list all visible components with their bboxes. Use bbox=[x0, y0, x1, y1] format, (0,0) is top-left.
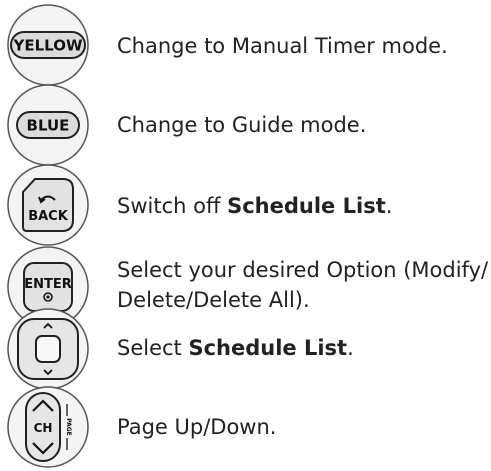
navigation-instruction-text: Select Schedule List. bbox=[117, 333, 354, 363]
navigation-text-bold: Schedule List bbox=[188, 336, 348, 360]
yellow-button-icon: YELLOW bbox=[5, 2, 91, 88]
yellow-instruction-row: YELLOW Change to Manual Timer mode. bbox=[0, 0, 491, 90]
channel-page-rocker-icon: CH PAGE bbox=[5, 384, 91, 470]
blue-button-icon: BLUE bbox=[5, 82, 91, 168]
channel-page-instruction-text: Page Up/Down. bbox=[117, 415, 277, 439]
navigation-text-after: . bbox=[347, 336, 354, 360]
navigation-instruction-row: Select Schedule List. bbox=[0, 306, 491, 396]
ch-key-label: CH bbox=[34, 421, 53, 435]
yellow-key-label: YELLOW bbox=[13, 37, 83, 55]
blue-key-label: BLUE bbox=[27, 117, 70, 135]
back-button-icon: BACK bbox=[5, 162, 91, 248]
channel-page-instruction-row: CH PAGE Page Up/Down. bbox=[0, 384, 491, 471]
yellow-instruction-text: Change to Manual Timer mode. bbox=[117, 34, 448, 58]
back-text-before: Switch off bbox=[117, 194, 228, 218]
blue-instruction-row: BLUE Change to Guide mode. bbox=[0, 82, 491, 172]
back-text-after: . bbox=[385, 194, 393, 218]
navigation-text-before: Select bbox=[117, 336, 189, 360]
enter-text-line1: Select your desired Option (Modify/ bbox=[117, 258, 489, 282]
blue-instruction-text: Change to Guide mode. bbox=[117, 113, 367, 137]
navigation-pad-icon bbox=[5, 306, 91, 392]
back-instruction-row: BACK Switch off Schedule List. bbox=[0, 162, 491, 252]
page-side-label: PAGE bbox=[65, 418, 72, 436]
back-key-label: BACK bbox=[28, 209, 69, 224]
back-instruction-text: Switch off Schedule List. bbox=[117, 191, 392, 221]
back-text-bold: Schedule List bbox=[227, 194, 386, 218]
enter-key-label: ENTER bbox=[24, 277, 72, 292]
